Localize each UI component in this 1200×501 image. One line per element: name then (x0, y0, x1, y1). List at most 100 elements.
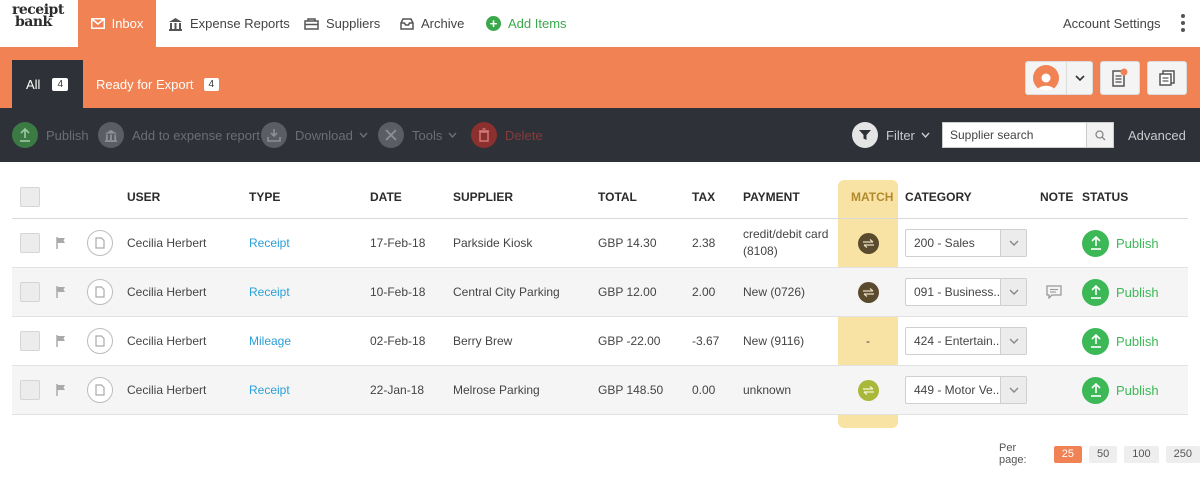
delete-button[interactable]: Delete (471, 108, 543, 162)
per-page-option-25[interactable]: 25 (1053, 445, 1083, 463)
category-select[interactable]: 091 - Business... (905, 278, 1027, 306)
plus-circle-icon: + (486, 16, 501, 31)
tools-button[interactable]: Tools (378, 108, 457, 162)
receipt-image-icon[interactable] (87, 219, 113, 267)
receipt-image-icon[interactable] (87, 366, 113, 414)
match-cell: - (838, 317, 898, 365)
select-all-checkbox[interactable] (20, 187, 40, 207)
column-header-supplier[interactable]: SUPPLIER (453, 176, 513, 219)
cell-supplier: Central City Parking (453, 285, 560, 299)
row-checkbox[interactable] (20, 282, 40, 302)
column-header-category[interactable]: CATEGORY (905, 176, 972, 219)
table-row[interactable]: Cecilia Herbert Mileage 02-Feb-18 Berry … (12, 317, 1188, 366)
row-checkbox[interactable] (20, 331, 40, 351)
matched-icon[interactable] (857, 281, 879, 303)
per-page-option-250[interactable]: 250 (1165, 445, 1200, 463)
suggested-match-icon[interactable] (857, 379, 879, 401)
match-cell[interactable] (838, 366, 898, 414)
match-cell[interactable] (838, 268, 898, 316)
column-header-payment[interactable]: PAYMENT (743, 176, 800, 219)
receipt-bank-logo[interactable]: receipt bank (12, 3, 64, 42)
filter-funnel-icon (852, 122, 878, 148)
nav-expense-reports-label: Expense Reports (190, 16, 290, 31)
flag-icon[interactable] (56, 268, 66, 316)
cell-user: Cecilia Herbert (127, 334, 207, 348)
table-row[interactable]: Cecilia Herbert Receipt 10-Feb-18 Centra… (12, 268, 1188, 317)
publish-status-button[interactable]: Publish (1082, 317, 1159, 365)
no-match-dash: - (866, 334, 870, 348)
pagination: Per page: 25 50 100 250 (999, 442, 1200, 466)
cell-type-link[interactable]: Receipt (249, 268, 290, 316)
add-to-expense-report-button[interactable]: Add to expense report (98, 108, 260, 162)
tab-all[interactable]: All 4 (12, 60, 83, 108)
cell-user: Cecilia Herbert (127, 383, 207, 397)
matched-icon[interactable] (857, 232, 879, 254)
supplier-search-input[interactable] (943, 123, 1087, 147)
top-navigation: receipt bank Inbox Expense Reports Suppl… (0, 0, 1200, 47)
receipt-image-icon[interactable] (87, 268, 113, 316)
tab-all-label: All (26, 76, 41, 92)
chevron-down-icon (1000, 230, 1026, 256)
user-filter-button[interactable] (1025, 61, 1093, 95)
tab-ready-for-export[interactable]: Ready for Export 4 (96, 60, 220, 108)
publish-status-button[interactable]: Publish (1082, 268, 1159, 316)
nav-suppliers[interactable]: Suppliers (304, 0, 380, 47)
cell-type-link[interactable]: Mileage (249, 317, 291, 365)
nav-account-settings[interactable]: Account Settings (1063, 0, 1161, 47)
more-menu-icon[interactable] (1177, 12, 1189, 34)
chevron-down-icon (921, 132, 930, 138)
trash-icon (471, 122, 497, 148)
column-header-user[interactable]: USER (127, 176, 160, 219)
tools-icon (378, 122, 404, 148)
category-select[interactable]: 449 - Motor Ve... (905, 376, 1027, 404)
nav-archive-label: Archive (421, 16, 465, 31)
copy-view-button[interactable] (1147, 61, 1187, 95)
category-select[interactable]: 424 - Entertain... (905, 327, 1027, 355)
table-row[interactable]: Cecilia Herbert Receipt 17-Feb-18 Parksi… (12, 219, 1188, 268)
column-header-total[interactable]: TOTAL (598, 176, 637, 219)
receipt-settings-button[interactable] (1100, 61, 1140, 95)
column-header-type[interactable]: TYPE (249, 176, 280, 219)
search-icon[interactable] (1086, 123, 1113, 147)
nav-inbox[interactable]: Inbox (78, 0, 156, 47)
cell-type-link[interactable]: Receipt (249, 366, 290, 414)
table-row[interactable]: Cecilia Herbert Receipt 22-Jan-18 Melros… (12, 366, 1188, 415)
publish-status-button[interactable]: Publish (1082, 219, 1159, 267)
copy-icon (1159, 70, 1175, 86)
receipt-image-icon[interactable] (87, 317, 113, 365)
column-header-tax[interactable]: TAX (692, 176, 715, 219)
advanced-search-link[interactable]: Advanced (1128, 108, 1186, 162)
filter-button[interactable]: Filter (852, 108, 930, 162)
nav-expense-reports[interactable]: Expense Reports (168, 0, 290, 47)
chevron-down-icon[interactable] (1066, 62, 1092, 94)
nav-add-items[interactable]: + Add Items (486, 0, 567, 47)
flag-icon[interactable] (56, 366, 66, 414)
flag-icon[interactable] (56, 219, 66, 267)
category-select[interactable]: 200 - Sales (905, 229, 1027, 257)
publish-action-button[interactable]: Publish (12, 108, 89, 162)
download-icon (261, 122, 287, 148)
note-comment-icon[interactable] (1046, 268, 1062, 316)
row-checkbox[interactable] (20, 380, 40, 400)
nav-archive[interactable]: Archive (400, 0, 464, 47)
column-header-match[interactable]: MATCH (851, 176, 893, 219)
cell-type-link[interactable]: Receipt (249, 219, 290, 267)
archive-icon (400, 17, 414, 30)
column-header-status[interactable]: STATUS (1082, 176, 1128, 219)
column-header-note[interactable]: NOTE (1040, 176, 1073, 219)
cell-supplier: Melrose Parking (453, 383, 540, 397)
publish-status-label: Publish (1116, 235, 1159, 251)
match-cell[interactable] (838, 219, 898, 267)
upload-icon (12, 122, 38, 148)
advanced-label: Advanced (1128, 127, 1186, 143)
row-checkbox[interactable] (20, 233, 40, 253)
cell-tax: 0.00 (692, 383, 716, 397)
publish-action-label: Publish (46, 127, 89, 143)
per-page-option-100[interactable]: 100 (1124, 445, 1159, 463)
publish-status-button[interactable]: Publish (1082, 366, 1159, 414)
flag-icon[interactable] (56, 317, 66, 365)
column-header-date[interactable]: DATE (370, 176, 402, 219)
chevron-down-icon (359, 132, 368, 138)
per-page-option-50[interactable]: 50 (1089, 445, 1118, 463)
download-button[interactable]: Download (261, 108, 368, 162)
